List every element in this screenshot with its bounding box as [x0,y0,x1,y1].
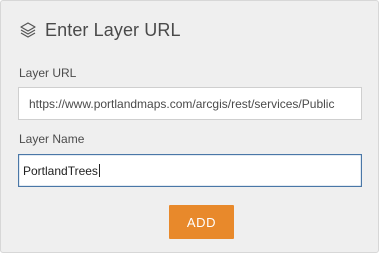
panel-title: Enter Layer URL [45,19,181,40]
layer-url-label: Layer URL [19,66,77,80]
text-caret [98,164,100,177]
add-button[interactable]: ADD [169,205,234,239]
layer-name-label: Layer Name [19,132,85,146]
layer-name-input[interactable]: PortlandTrees [18,154,362,187]
layer-url-input[interactable]: https://www.portlandmaps.com/arcgis/rest… [18,87,362,120]
layers-icon [19,21,37,39]
panel-header: Enter Layer URL [19,18,181,42]
layer-name-value: PortlandTrees [23,163,98,178]
enter-layer-url-panel: Enter Layer URL Layer URL https://www.po… [0,0,379,253]
